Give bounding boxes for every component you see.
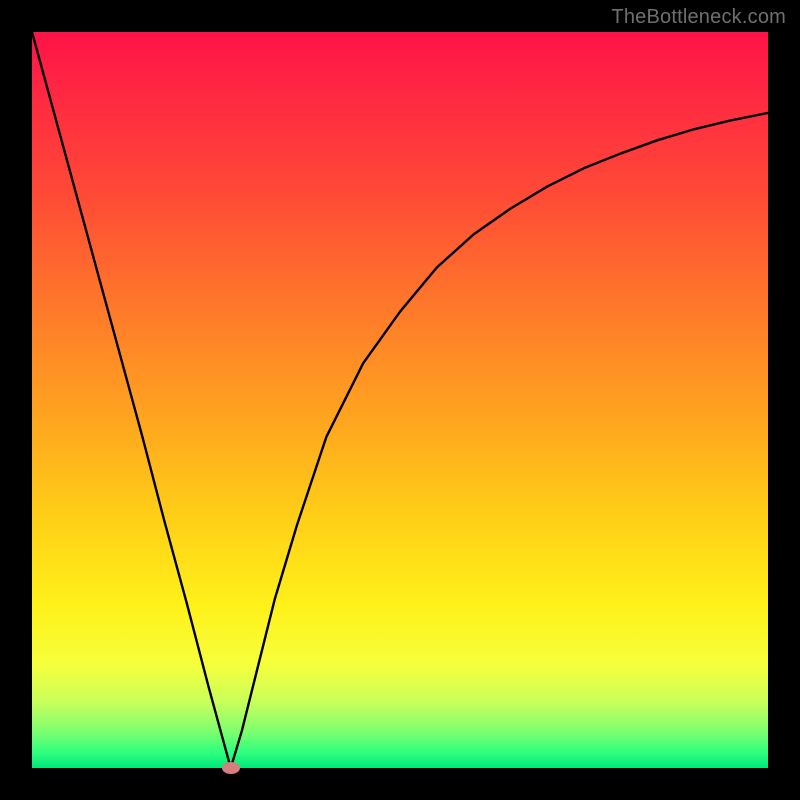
bottleneck-curve	[32, 32, 768, 768]
curve-path	[32, 32, 768, 768]
chart-frame: TheBottleneck.com	[0, 0, 800, 800]
minimum-marker	[222, 762, 240, 774]
watermark-label: TheBottleneck.com	[611, 6, 786, 29]
plot-area	[32, 32, 768, 768]
